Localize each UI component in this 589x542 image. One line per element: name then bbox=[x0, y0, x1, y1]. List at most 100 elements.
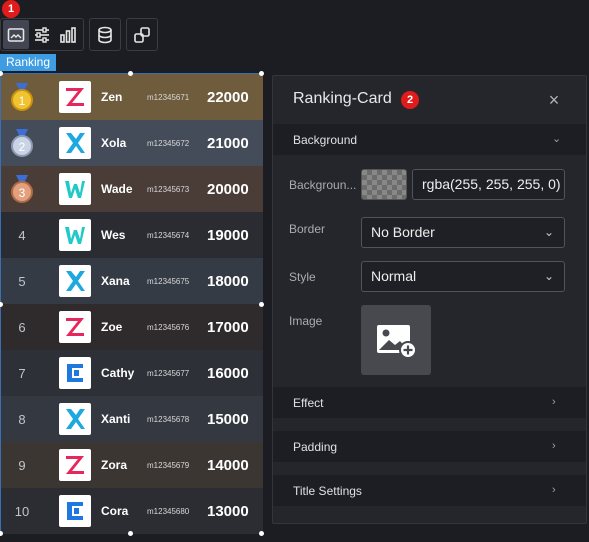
background-color-input[interactable]: rgba(255, 255, 255, 0) bbox=[412, 169, 565, 200]
border-select[interactable]: No Border ⌄ bbox=[361, 217, 565, 248]
chevron-down-icon: ⌄ bbox=[543, 269, 554, 283]
rank-number: 7 bbox=[18, 365, 26, 381]
section-background[interactable]: Background ⌄ bbox=[273, 124, 586, 155]
brand-logo-icon bbox=[59, 495, 91, 527]
brand-logo-icon bbox=[59, 81, 91, 113]
resize-handle[interactable] bbox=[128, 71, 133, 76]
style-select-value: Normal bbox=[371, 268, 417, 284]
player-name: Xana bbox=[101, 274, 130, 288]
sliders-icon bbox=[35, 26, 49, 43]
ranking-row: 9 Zora m12345679 14000 bbox=[1, 442, 263, 488]
player-id: m12345679 bbox=[147, 460, 190, 470]
background-color-label: Backgroun... bbox=[289, 178, 357, 192]
rank-number: 6 bbox=[18, 319, 26, 335]
resize-handle[interactable] bbox=[128, 531, 133, 536]
chevron-right-icon: › bbox=[552, 396, 556, 408]
image-upload-button[interactable] bbox=[361, 305, 431, 375]
interaction-button[interactable] bbox=[129, 20, 155, 49]
resize-handle[interactable] bbox=[0, 531, 3, 536]
player-id: m12345677 bbox=[147, 368, 190, 378]
resize-handle[interactable] bbox=[259, 302, 264, 307]
player-id: m12345674 bbox=[147, 230, 190, 240]
player-name: Zoe bbox=[101, 320, 123, 334]
svg-text:2: 2 bbox=[19, 140, 26, 154]
panel-title: Ranking-Card bbox=[293, 90, 392, 107]
resize-handle[interactable] bbox=[259, 531, 264, 536]
close-icon[interactable]: × bbox=[544, 90, 564, 110]
player-score: 17000 bbox=[207, 318, 249, 336]
medal-icon: 1 bbox=[1, 82, 43, 112]
ranking-list[interactable]: 1 Zen m12345671 22000 2 Xola m12345672 21000 3 Wa… bbox=[0, 71, 264, 536]
rank-number: 4 bbox=[18, 227, 26, 243]
section-padding[interactable]: Padding › bbox=[273, 431, 586, 462]
toolbar-group-main bbox=[0, 18, 84, 51]
resize-handle[interactable] bbox=[259, 71, 264, 76]
rank-number: 5 bbox=[18, 273, 26, 289]
player-id: m12345673 bbox=[147, 184, 190, 194]
chevron-right-icon: › bbox=[552, 440, 556, 452]
player-id: m12345676 bbox=[147, 322, 190, 332]
color-swatch[interactable] bbox=[361, 169, 407, 200]
style-select[interactable]: Normal ⌄ bbox=[361, 261, 565, 292]
player-score: 16000 bbox=[207, 364, 249, 382]
player-score: 18000 bbox=[207, 272, 249, 290]
player-score: 13000 bbox=[207, 502, 249, 520]
player-score: 15000 bbox=[207, 410, 249, 428]
settings-panel: Ranking-Card 2 × Background ⌄ Backgroun.… bbox=[272, 75, 587, 524]
step-badge-2: 2 bbox=[401, 91, 419, 109]
player-id: m12345680 bbox=[147, 506, 190, 516]
player-id: m12345675 bbox=[147, 276, 190, 286]
player-name: Zora bbox=[101, 458, 128, 472]
ranking-row: 8 Xanti m12345678 15000 bbox=[1, 396, 263, 442]
ranking-row: 2 Xola m12345672 21000 bbox=[1, 120, 263, 166]
border-select-value: No Border bbox=[371, 224, 435, 240]
ranking-row: 1 Zen m12345671 22000 bbox=[1, 74, 263, 120]
svg-text:3: 3 bbox=[19, 186, 26, 200]
brand-logo-icon bbox=[59, 173, 91, 205]
player-id: m12345671 bbox=[147, 92, 190, 102]
bar-chart-icon bbox=[60, 26, 76, 43]
brand-logo-icon bbox=[59, 449, 91, 481]
player-score: 14000 bbox=[207, 456, 249, 474]
component-tag: Ranking bbox=[0, 54, 57, 71]
medal-icon: 2 bbox=[1, 128, 43, 158]
database-icon bbox=[98, 26, 112, 43]
image-icon bbox=[7, 27, 25, 42]
toolbar bbox=[0, 18, 163, 52]
player-name: Xanti bbox=[101, 412, 131, 426]
style-settings-button[interactable] bbox=[29, 20, 55, 49]
ranking-row: 5 Xana m12345675 18000 bbox=[1, 258, 263, 304]
svg-text:1: 1 bbox=[19, 94, 26, 108]
image-settings-button[interactable] bbox=[3, 20, 29, 49]
rank-number: 8 bbox=[18, 411, 26, 427]
brand-logo-icon bbox=[59, 265, 91, 297]
border-label: Border bbox=[289, 222, 326, 236]
chevron-down-icon: ⌄ bbox=[543, 225, 554, 239]
chevron-right-icon: › bbox=[552, 484, 556, 496]
brand-logo-icon bbox=[59, 127, 91, 159]
toolbar-group-interaction bbox=[126, 18, 158, 51]
ranking-row: 7 Cathy m12345677 16000 bbox=[1, 350, 263, 396]
style-label: Style bbox=[289, 270, 316, 284]
section-background-label: Background bbox=[293, 132, 358, 147]
player-name: Xola bbox=[101, 136, 127, 150]
section-effect[interactable]: Effect › bbox=[273, 387, 586, 418]
player-score: 19000 bbox=[207, 226, 249, 244]
player-score: 21000 bbox=[207, 134, 249, 152]
data-source-button[interactable] bbox=[92, 20, 118, 49]
data-chart-button[interactable] bbox=[55, 20, 81, 49]
player-name: Cora bbox=[101, 504, 129, 518]
player-name: Cathy bbox=[101, 366, 135, 380]
player-name: Zen bbox=[101, 90, 123, 104]
rank-number: 9 bbox=[18, 457, 26, 473]
section-title-settings[interactable]: Title Settings › bbox=[273, 475, 586, 506]
add-image-icon bbox=[377, 325, 417, 359]
brand-logo-icon bbox=[59, 311, 91, 343]
toolbar-group-data bbox=[89, 18, 121, 51]
player-score: 20000 bbox=[207, 180, 249, 198]
player-score: 22000 bbox=[207, 88, 249, 106]
player-name: Wes bbox=[101, 228, 126, 242]
ranking-row: 10 Cora m12345680 13000 bbox=[1, 488, 263, 534]
player-id: m12345678 bbox=[147, 414, 190, 424]
player-name: Wade bbox=[101, 182, 133, 196]
